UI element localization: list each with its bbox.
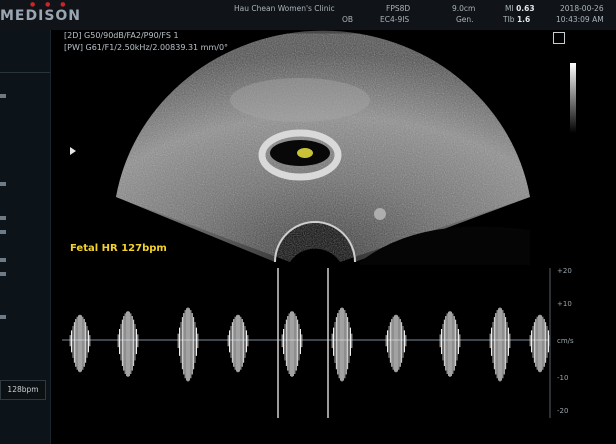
doppler-burst	[331, 307, 353, 382]
scale-bottom: -20	[557, 407, 568, 415]
echo-spot	[374, 208, 386, 220]
embryo-echo	[297, 148, 313, 158]
scale-mid-upper: +10	[557, 300, 572, 308]
bright-tissue	[230, 78, 370, 122]
doppler-burst	[117, 311, 139, 377]
ultrasound-display: +20 +10 cm/s -10 -20	[62, 30, 574, 418]
doppler-burst	[281, 311, 303, 377]
bmode-sector	[116, 30, 530, 265]
doppler-waveform	[69, 307, 551, 382]
scale-mid-lower: -10	[557, 374, 568, 382]
doppler-burst	[529, 314, 551, 373]
doppler-burst	[385, 314, 407, 373]
scale-top: +20	[557, 267, 572, 275]
doppler-burst	[69, 314, 91, 373]
velocity-scale: +20 +10 cm/s -10 -20	[549, 267, 574, 418]
doppler-burst	[227, 314, 249, 373]
scale-unit: cm/s	[557, 337, 574, 345]
fetal-hr-measurement: Fetal HR 127bpm	[70, 243, 167, 254]
doppler-burst	[489, 307, 511, 382]
doppler-burst	[439, 311, 461, 377]
doppler-burst	[177, 307, 199, 382]
